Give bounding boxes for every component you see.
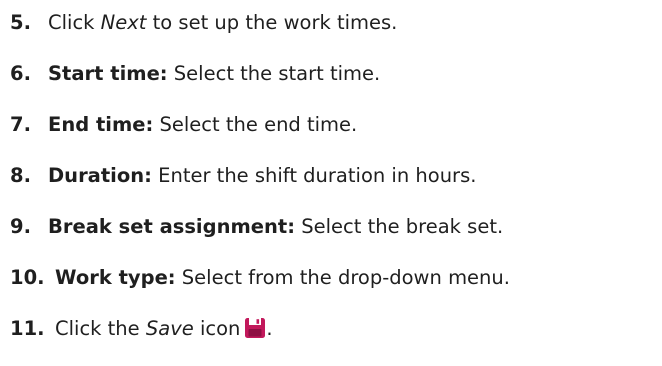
step-term: Break set assignment: [48, 215, 296, 238]
step-7: 7. End time: Select the end time. [10, 111, 357, 139]
step-term: Duration: [48, 164, 152, 187]
step-term: Start time: [48, 62, 168, 85]
step-number: 10. [10, 266, 45, 289]
step-text: Click the [55, 317, 146, 340]
step-number: 5. [10, 11, 31, 34]
step-number: 6. [10, 62, 31, 85]
save-button-reference: Save [145, 317, 194, 340]
step-number: 9. [10, 215, 31, 238]
step-text: Select the end time. [153, 113, 358, 136]
step-text: Select from the drop-down menu. [175, 266, 510, 289]
step-number: 11. [10, 317, 45, 340]
step-text: Click [48, 11, 101, 34]
step-6: 6. Start time: Select the start time. [10, 60, 380, 88]
next-button-reference: Next [100, 11, 147, 34]
step-text: . [266, 317, 273, 340]
step-text: icon [193, 317, 241, 340]
step-9: 9. Break set assignment: Select the break… [10, 213, 503, 241]
step-5: 5. Click Next to set up the work times. [10, 9, 397, 37]
step-text: Enter the shift duration in hours. [151, 164, 477, 187]
step-10: 10. Work type: Select from the drop-down … [10, 264, 510, 292]
step-number: 7. [10, 113, 31, 136]
step-8: 8. Duration: Enter the shift duration in … [10, 162, 476, 190]
step-number: 8. [10, 164, 31, 187]
step-text: Select the break set. [295, 215, 504, 238]
step-text: Select the start time. [167, 62, 381, 85]
step-text: to set up the work times. [146, 11, 398, 34]
step-11: 11. Click the Save icon . [10, 315, 273, 343]
instruction-steps: 5. Click Next to set up the work times. 6… [0, 0, 662, 366]
step-term: End time: [48, 113, 154, 136]
step-term: Work type: [55, 266, 176, 289]
save-icon [244, 317, 266, 339]
